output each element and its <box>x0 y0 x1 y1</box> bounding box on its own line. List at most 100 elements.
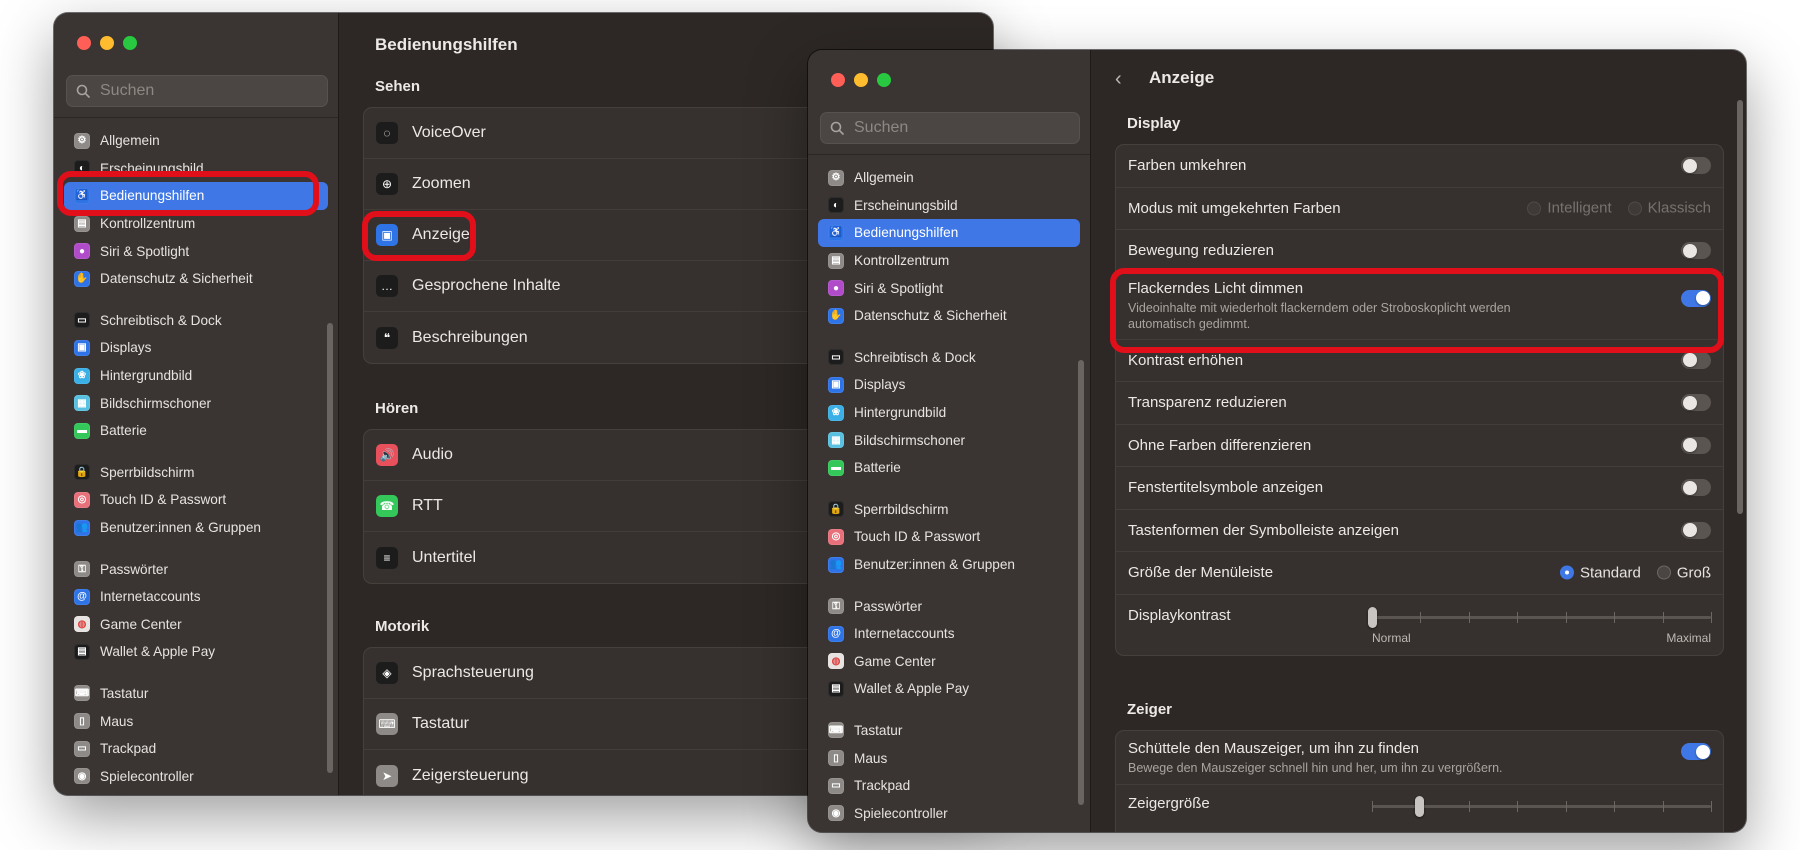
minimize-button[interactable] <box>100 36 114 50</box>
section-title-sehen: Sehen <box>375 78 421 95</box>
sidebar-item-batterie[interactable]: ▬ Batterie <box>64 417 328 445</box>
sidebar-item-erscheinungsbild[interactable]: ◐ Erscheinungsbild <box>64 155 328 183</box>
sidebar-item-touch-id-passwort[interactable]: ◎ Touch ID & Passwort <box>818 523 1080 551</box>
content-scrollbar[interactable] <box>1737 100 1743 514</box>
sidebar-item-benutzer-innen-gruppen[interactable]: 👥 Benutzer:innen & Gruppen <box>818 551 1080 579</box>
zoom-button[interactable] <box>123 36 137 50</box>
sidebar-item-schreibtisch-dock[interactable]: ▭ Schreibtisch & Dock <box>818 344 1080 372</box>
sidebar-item-touch-id-passwort[interactable]: ◎ Touch ID & Passwort <box>64 486 328 514</box>
sidebar-item-schreibtisch-dock[interactable]: ▭ Schreibtisch & Dock <box>64 307 328 335</box>
close-button[interactable] <box>77 36 91 50</box>
sidebar-item-hintergrundbild[interactable]: ❀ Hintergrundbild <box>818 399 1080 427</box>
flackerndes-licht-toggle[interactable] <box>1681 289 1711 307</box>
sidebar-item-erscheinungsbild[interactable]: ◐ Erscheinungsbild <box>818 192 1080 220</box>
fenstertitelsymbole-toggle[interactable] <box>1681 479 1711 497</box>
settings-group-display: Farben umkehren Modus mit umgekehrten Fa… <box>1115 144 1724 656</box>
window-controls <box>831 73 891 87</box>
sidebar-item-displays[interactable]: ▣ Displays <box>64 334 328 362</box>
fingerprint-icon: ◎ <box>828 528 844 545</box>
radio-intelligent[interactable]: Intelligent <box>1527 200 1612 217</box>
sidebar-item-benutzer-innen-gruppen[interactable]: 👥 Benutzer:innen & Gruppen <box>64 514 328 542</box>
zoom-button[interactable] <box>877 73 891 87</box>
sidebar-item-label: Kontrollzentrum <box>100 216 196 232</box>
keyboard-icon: ⌨ <box>376 713 398 735</box>
slider-knob[interactable] <box>1415 796 1425 817</box>
sidebar-item-maus[interactable]: ▯ Maus <box>818 744 1080 772</box>
sidebar-item-internetaccounts[interactable]: @ Internetaccounts <box>818 620 1080 648</box>
tastenformen-toggle[interactable] <box>1681 521 1711 539</box>
sidebar-item-label: Touch ID & Passwort <box>854 529 981 545</box>
sidebar-scrollbar[interactable] <box>327 323 333 773</box>
sidebar-item-batterie[interactable]: ▬ Batterie <box>818 454 1080 482</box>
hand-icon: ✋ <box>74 270 90 287</box>
sidebar-item-tastatur[interactable]: ⌨ Tastatur <box>818 717 1080 745</box>
sidebar-item-passworter[interactable]: ⚿ Passwörter <box>64 555 328 583</box>
sidebar-item-allgemein[interactable]: ⚙ Allgemein <box>64 127 328 155</box>
sidebar-item-kontrollzentrum[interactable]: ▤ Kontrollzentrum <box>64 210 328 238</box>
sidebar-item-spielecontroller[interactable]: ◉ Spielecontroller <box>64 762 328 790</box>
slider-tick <box>1468 801 1470 812</box>
sidebar-item-hintergrundbild[interactable]: ❀ Hintergrundbild <box>64 362 328 390</box>
row-tastenformen: Tastenformen der Symbolleiste anzeigen <box>1116 510 1723 552</box>
kontrast-toggle[interactable] <box>1681 351 1711 369</box>
sidebar-item-game-center[interactable]: ◍ Game Center <box>64 611 328 639</box>
sidebar-item-allgemein[interactable]: ⚙ Allgemein <box>818 164 1080 192</box>
users-icon: 👥 <box>828 556 844 573</box>
sidebar-item-siri-spotlight[interactable]: ● Siri & Spotlight <box>64 237 328 265</box>
search-input[interactable] <box>852 118 1079 138</box>
minimize-button[interactable] <box>854 73 868 87</box>
sidebar-item-passworter[interactable]: ⚿ Passwörter <box>818 592 1080 620</box>
sidebar-scrollbar[interactable] <box>1078 360 1084 805</box>
radio-klassisch[interactable]: Klassisch <box>1627 200 1711 217</box>
sidebar-item-bedienungshilfen[interactable]: ♿ Bedienungshilfen <box>818 219 1080 247</box>
sidebar-group-spacer <box>64 666 328 680</box>
schuetteln-toggle[interactable] <box>1681 743 1711 760</box>
sidebar-item-displays[interactable]: ▣ Displays <box>818 371 1080 399</box>
sidebar-item-tastatur[interactable]: ⌨ Tastatur <box>64 680 328 708</box>
sidebar-item-label: Tastatur <box>100 685 149 701</box>
sidebar-item-label: Allgemein <box>854 170 914 186</box>
sidebar-item-sperrbildschirm[interactable]: 🔒 Sperrbildschirm <box>818 496 1080 524</box>
row-kontrast-erhoehen: Kontrast erhöhen <box>1116 340 1723 382</box>
slider-knob[interactable] <box>1368 606 1377 628</box>
sidebar-item-game-center[interactable]: ◍ Game Center <box>818 648 1080 676</box>
sidebar-item-label: Sperrbildschirm <box>854 501 949 517</box>
sidebar-item-wallet-apple-pay[interactable]: ▤ Wallet & Apple Pay <box>818 675 1080 703</box>
settings-row-label: Audio <box>412 446 453 463</box>
transparenz-toggle[interactable] <box>1681 394 1711 412</box>
sidebar-item-wallet-apple-pay[interactable]: ▤ Wallet & Apple Pay <box>64 638 328 666</box>
sidebar-item-spielecontroller[interactable]: ◉ Spielecontroller <box>818 799 1080 827</box>
sidebar-item-label: Benutzer:innen & Gruppen <box>100 520 261 536</box>
close-button[interactable] <box>831 73 845 87</box>
sidebar-item-datenschutz-sicherheit[interactable]: ✋ Datenschutz & Sicherheit <box>818 302 1080 330</box>
sidebar-item-siri-spotlight[interactable]: ● Siri & Spotlight <box>818 274 1080 302</box>
sidebar-item-trackpad[interactable]: ▭ Trackpad <box>64 735 328 763</box>
sidebar-item-datenschutz-sicherheit[interactable]: ✋ Datenschutz & Sicherheit <box>64 265 328 293</box>
displaykontrast-slider[interactable] <box>1368 606 1712 628</box>
search-input[interactable] <box>98 81 327 101</box>
mouse-icon: ▯ <box>74 713 90 730</box>
sidebar-item-bildschirmschoner[interactable]: ▦ Bildschirmschoner <box>818 426 1080 454</box>
sidebar-item-bildschirmschoner[interactable]: ▦ Bildschirmschoner <box>64 389 328 417</box>
sidebar-item-kontrollzentrum[interactable]: ▤ Kontrollzentrum <box>818 247 1080 275</box>
farben-umkehren-toggle[interactable] <box>1681 157 1711 175</box>
sidebar-item-label: Batterie <box>100 423 147 439</box>
slider-tick <box>1468 611 1470 623</box>
back-chevron-icon[interactable]: ‹ <box>1115 68 1122 91</box>
zeigergroesse-slider[interactable] <box>1372 796 1712 817</box>
search-field[interactable] <box>820 112 1080 144</box>
sidebar-item-trackpad[interactable]: ▭ Trackpad <box>818 772 1080 800</box>
search-field[interactable] <box>66 75 328 107</box>
sidebar-item-sperrbildschirm[interactable]: 🔒 Sperrbildschirm <box>64 459 328 487</box>
screensaver-icon: ▦ <box>74 395 90 412</box>
radio-dot <box>1656 565 1671 580</box>
ohne-farben-toggle[interactable] <box>1681 436 1711 454</box>
sidebar-item-label: Tastatur <box>854 722 903 738</box>
bewegung-reduzieren-toggle[interactable] <box>1681 242 1711 260</box>
radio-gross[interactable]: Groß <box>1656 564 1711 581</box>
sidebar-item-bedienungshilfen[interactable]: ♿ Bedienungshilfen <box>64 182 328 210</box>
settings-row-label: Beschreibungen <box>412 328 528 346</box>
sidebar-item-internetaccounts[interactable]: @ Internetaccounts <box>64 583 328 611</box>
sidebar-item-maus[interactable]: ▯ Maus <box>64 707 328 735</box>
radio-standard[interactable]: Standard <box>1559 564 1641 581</box>
